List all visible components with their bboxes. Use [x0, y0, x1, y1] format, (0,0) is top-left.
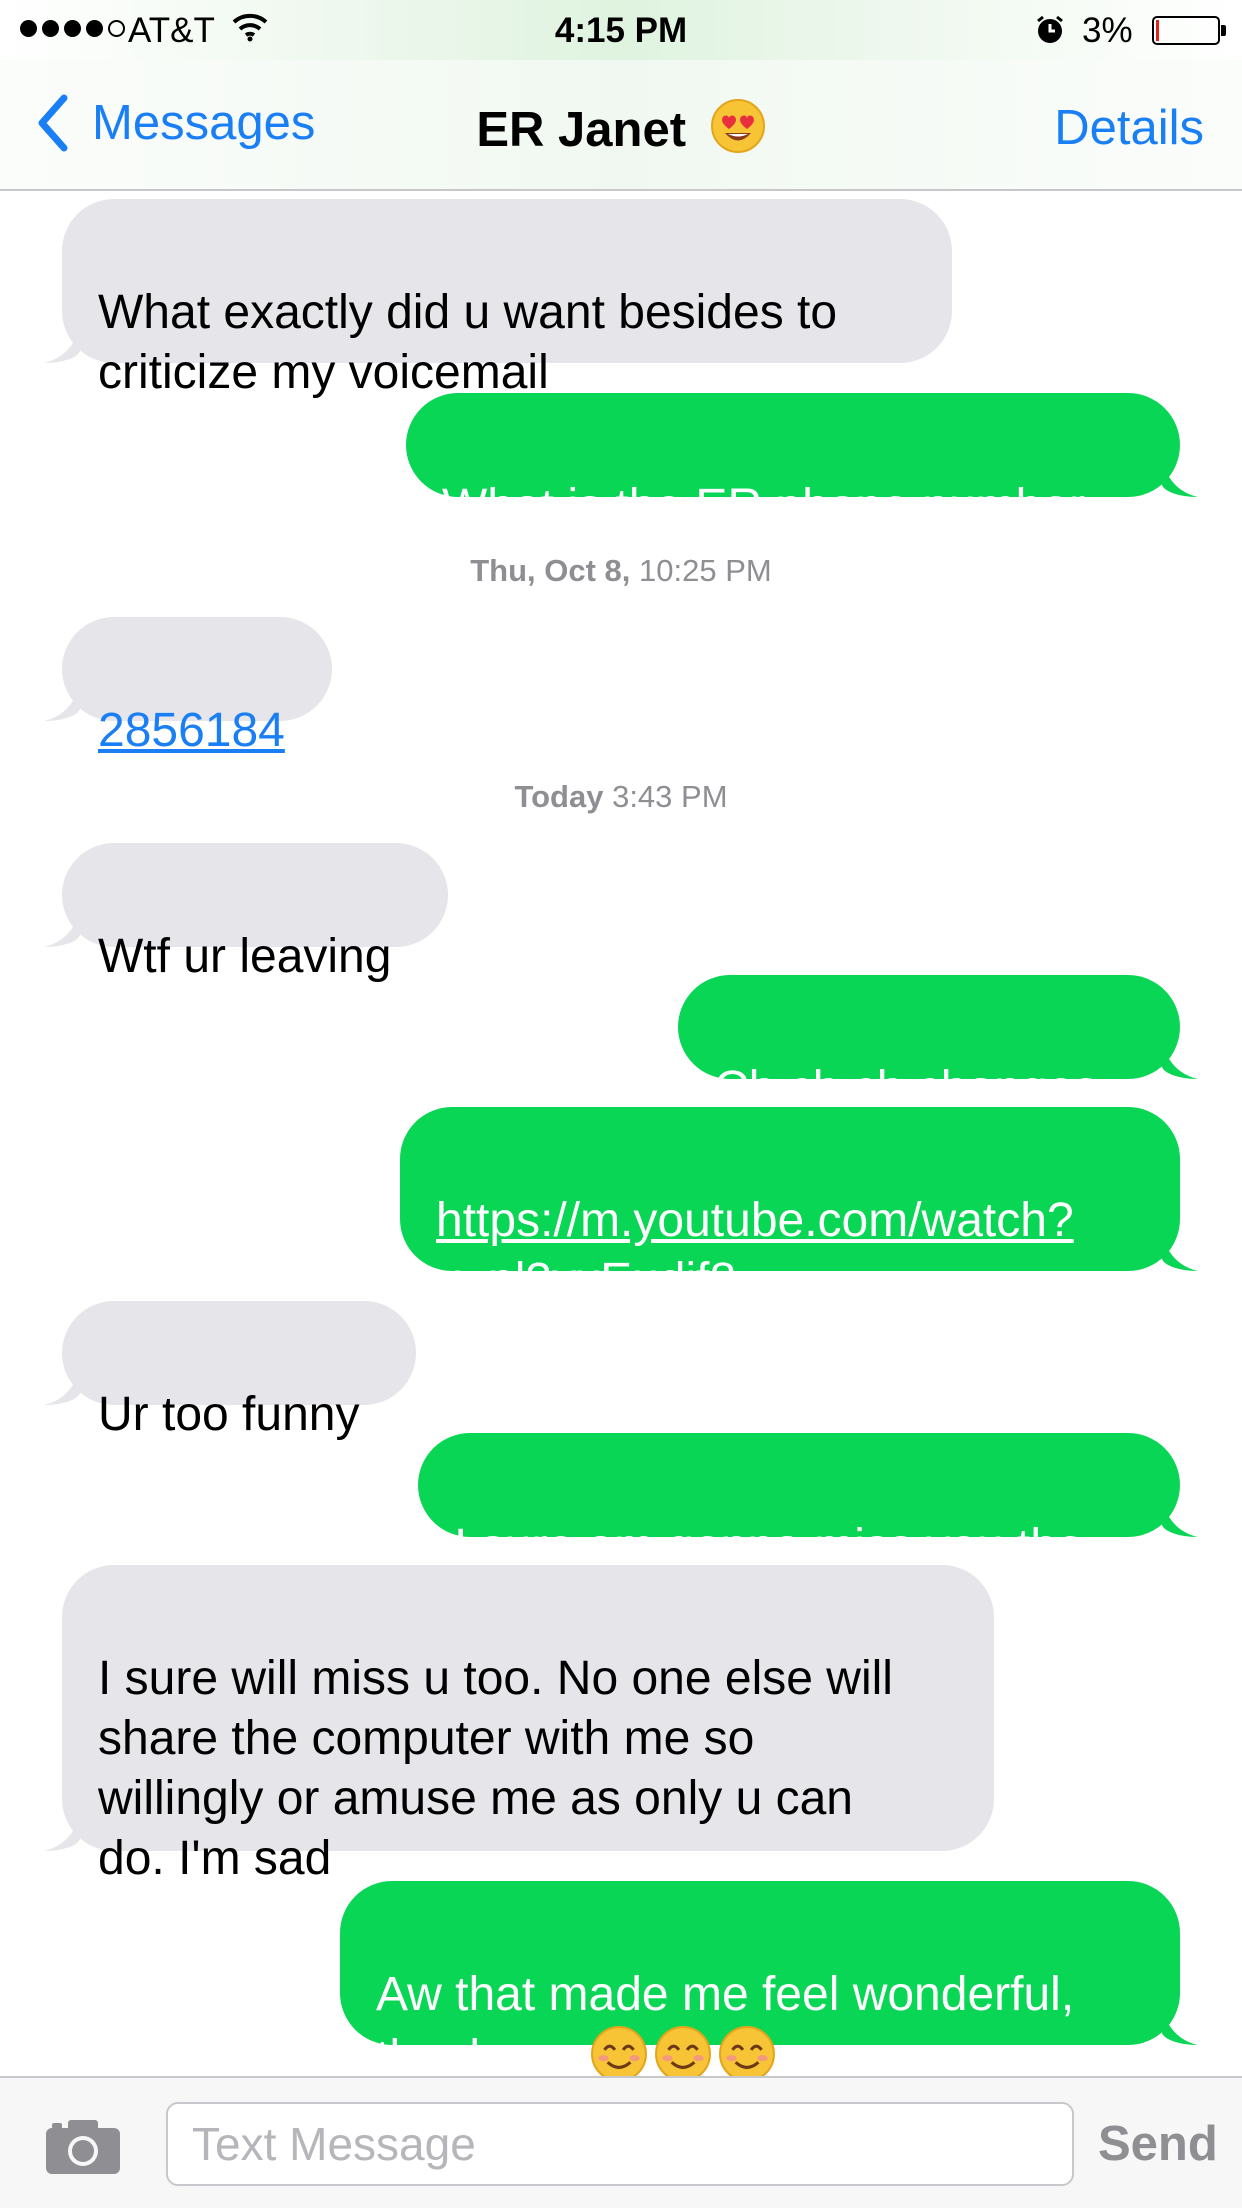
- timestamp-day: Thu, Oct 8,: [470, 553, 631, 588]
- incoming-message[interactable]: I sure will miss u too. No one else will…: [62, 1565, 994, 1885]
- bubble-tail: [44, 1815, 80, 1851]
- alarm-icon: [1037, 15, 1063, 43]
- outgoing-message[interactable]: What is the ER phone number: [406, 393, 1180, 533]
- youtube-link[interactable]: https://m.youtube.com/watch? v=pl3vxEudi…: [436, 1194, 1074, 1307]
- battery-tip: [1221, 25, 1226, 36]
- incoming-message[interactable]: What exactly did u want besides to criti…: [62, 199, 952, 399]
- message-text: What is the ER phone number: [442, 480, 1086, 533]
- bubble-tail: [1162, 2009, 1198, 2045]
- message-text: I sure will miss u too. No one else will…: [98, 1652, 893, 1885]
- bubble-tail: [44, 327, 80, 363]
- message-text: Wtf ur leaving: [98, 930, 392, 983]
- timestamp-time: 10:25 PM: [639, 553, 772, 588]
- smiling-face-emoji-icon: [591, 2026, 648, 2076]
- navigation-bar: Messages ER Janet Details: [0, 60, 1242, 191]
- bubble-tail: [1162, 1501, 1198, 1537]
- send-button[interactable]: Send: [1098, 2116, 1218, 2172]
- outgoing-message[interactable]: Aw that made me feel wonderful, thank yo…: [340, 1881, 1180, 2076]
- camera-icon[interactable]: [44, 2116, 122, 2176]
- bubble-tail: [1162, 1043, 1198, 1079]
- contact-name: ER Janet: [476, 103, 687, 157]
- outgoing-message[interactable]: I sure am gonna miss you tho: [418, 1433, 1180, 1573]
- battery-percent: 3%: [1082, 11, 1133, 50]
- outgoing-message[interactable]: https://m.youtube.com/watch? v=pl3vxEudi…: [400, 1107, 1180, 1307]
- bubble-tail: [44, 1369, 80, 1405]
- timestamp-day: Today: [514, 779, 604, 814]
- battery-icon: [1152, 16, 1220, 45]
- heart-eyes-emoji-icon: [710, 99, 765, 153]
- incoming-message[interactable]: Ur too funny: [62, 1301, 416, 1441]
- message-text: Ur too funny: [98, 1388, 360, 1441]
- message-text: What exactly did u want besides to criti…: [98, 286, 838, 399]
- timestamp: Thu, Oct 8, 10:25 PM: [0, 553, 1242, 589]
- status-bar: AT&T 4:15 PM 3%: [0, 0, 1242, 60]
- smiling-face-emoji-icon: [655, 2026, 712, 2076]
- bubble-tail: [1162, 1235, 1198, 1271]
- bubble-tail: [1162, 461, 1198, 497]
- incoming-message[interactable]: Wtf ur leaving: [62, 843, 448, 983]
- message-input[interactable]: [166, 2102, 1074, 2186]
- bubble-tail: [44, 911, 80, 947]
- timestamp-time: 3:43 PM: [612, 779, 728, 814]
- bubble-tail: [44, 685, 80, 721]
- message-list[interactable]: What exactly did u want besides to criti…: [0, 191, 1242, 2076]
- timestamp: Today 3:43 PM: [0, 779, 1242, 815]
- details-button[interactable]: Details: [1054, 100, 1204, 156]
- outgoing-message[interactable]: Ch ch ch changes: [678, 975, 1180, 1115]
- phone-number-link[interactable]: 2856184: [98, 704, 285, 757]
- smiling-face-emoji-icon: [719, 2026, 776, 2076]
- compose-bar: Send: [0, 2076, 1242, 2208]
- incoming-message[interactable]: 2856184: [62, 617, 332, 757]
